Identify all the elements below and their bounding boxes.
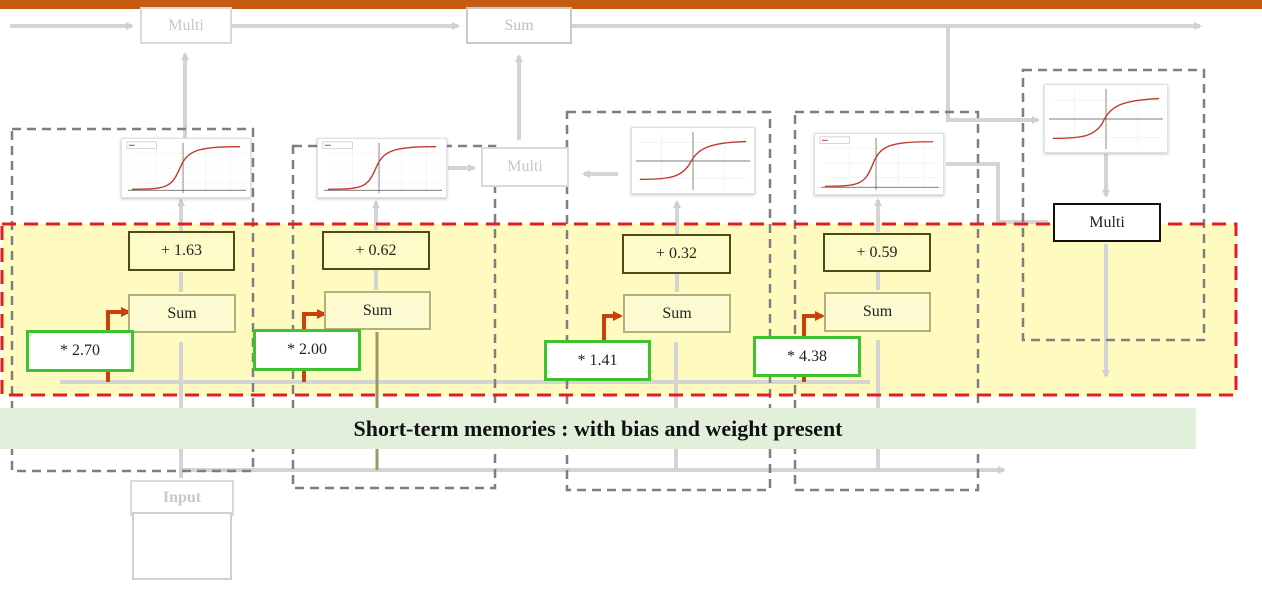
caption-banner: Short-term memories : with bias and weig… <box>0 408 1196 449</box>
sum-node: Sum <box>623 294 731 333</box>
sum-node: Sum <box>824 292 931 332</box>
sigmoid-graph-icon <box>317 138 447 198</box>
bias-box: + 1.63 <box>128 231 235 271</box>
top-sum-node: Sum <box>466 7 572 44</box>
top-multi-node: Multi <box>140 7 232 44</box>
sigmoid-graph-icon <box>121 138 251 198</box>
weight-box: * 4.38 <box>753 336 861 377</box>
tanh-graph-icon <box>631 127 755 194</box>
sum-node: Sum <box>128 294 236 333</box>
right-multi-node: Multi <box>1053 203 1161 242</box>
bias-box: + 0.59 <box>823 233 931 272</box>
input-node: Input <box>130 480 234 516</box>
weight-box: * 1.41 <box>544 340 651 381</box>
weight-box: * 2.70 <box>26 330 134 372</box>
bias-box: + 0.32 <box>622 234 731 274</box>
middle-multi-node: Multi <box>481 147 569 187</box>
weight-box: * 2.00 <box>253 329 361 371</box>
sigmoid-graph-icon <box>814 133 944 195</box>
tanh-graph-icon <box>1044 84 1168 153</box>
sum-node: Sum <box>324 291 431 330</box>
input-panel <box>132 512 232 580</box>
bias-box: + 0.62 <box>322 231 430 270</box>
